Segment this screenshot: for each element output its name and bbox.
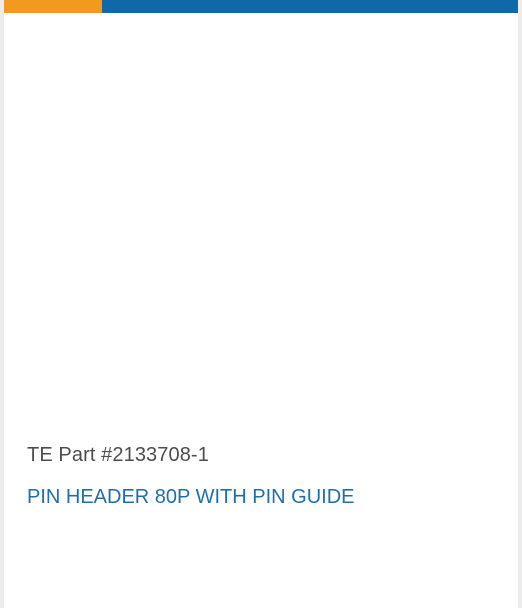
part-number: TE Part #2133708-1: [27, 444, 209, 466]
product-card[interactable]: TE Part #2133708-1 PIN HEADER 80P WITH P…: [4, 0, 518, 608]
product-title-link[interactable]: PIN HEADER 80P WITH PIN GUIDE: [27, 485, 354, 509]
accent-bar-blue: [102, 0, 518, 13]
accent-bar-orange: [4, 0, 102, 13]
accent-bar: [4, 0, 518, 13]
product-image[interactable]: [4, 13, 518, 433]
